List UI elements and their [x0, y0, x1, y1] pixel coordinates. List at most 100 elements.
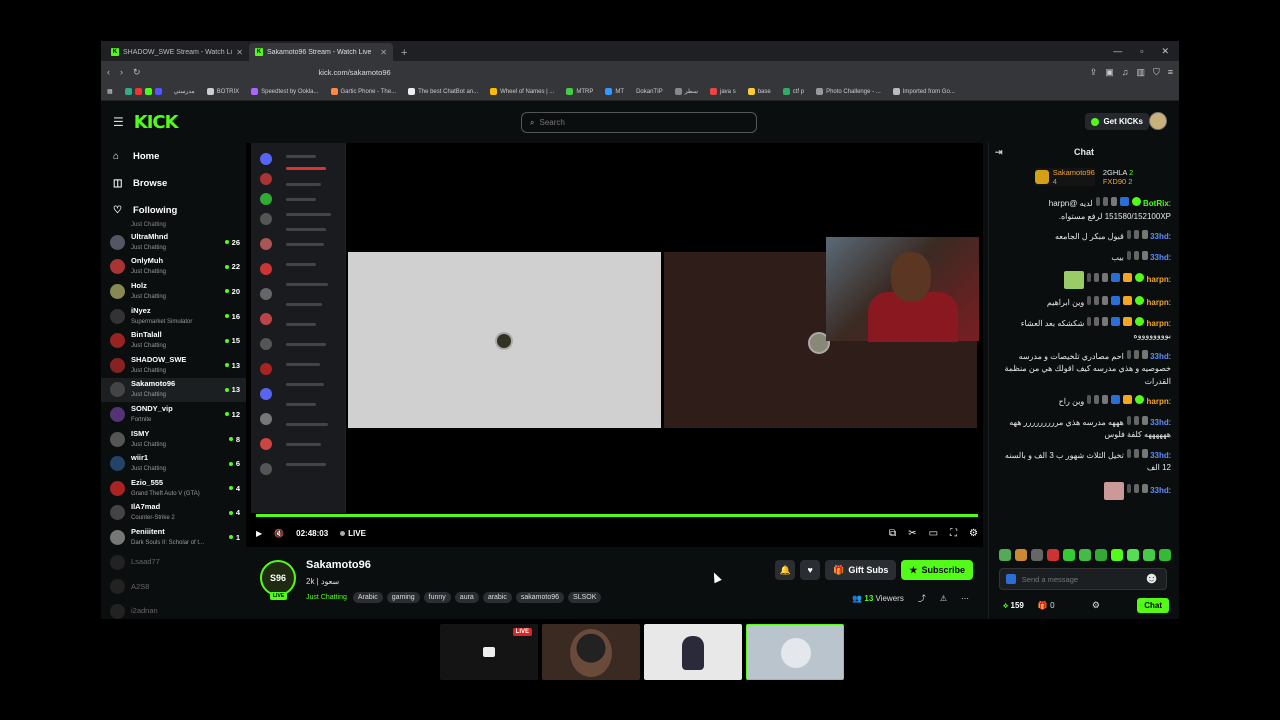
clip-icon[interactable]: ✂: [908, 528, 916, 539]
chat-username[interactable]: 33hd: [1150, 486, 1169, 495]
close-window-icon[interactable]: ✕: [1161, 46, 1169, 57]
chat-message-input[interactable]: [1021, 574, 1138, 584]
emote[interactable]: [1127, 549, 1139, 561]
tab-shadow-swe[interactable]: K SHADOW_SWE Stream - Watch Live ✕: [105, 43, 249, 61]
emote[interactable]: [999, 549, 1011, 561]
live-indicator[interactable]: LIVE: [340, 529, 366, 538]
subscribe-button[interactable]: ★ Subscribe: [901, 560, 973, 580]
bookmark[interactable]: Photo Challenge - ...: [816, 88, 881, 95]
bookmark[interactable]: Speedtest by Ookla...: [251, 88, 319, 95]
search-box[interactable]: ⌕: [521, 112, 757, 133]
search-input[interactable]: [539, 118, 740, 127]
bookmark[interactable]: ctf p: [782, 88, 804, 95]
sidebar-channel-ezio_555[interactable]: Ezio_555 Grand Theft Auto V (GTA) 4: [101, 476, 246, 501]
share-icon[interactable]: ⇪: [1090, 67, 1098, 78]
share-icon[interactable]: ⤴: [918, 593, 926, 604]
tag[interactable]: gaming: [386, 592, 420, 603]
emote[interactable]: [1159, 549, 1171, 561]
chat-username[interactable]: 33hd: [1150, 418, 1169, 427]
sidebar-channel-onlymuh[interactable]: OnlyMuh Just Chatting 22: [101, 255, 246, 280]
chat-username[interactable]: harpn: [1147, 275, 1169, 284]
bookmark[interactable]: [124, 88, 162, 95]
bookmark[interactable]: DokanTIP: [636, 89, 663, 95]
participant-tile[interactable]: [746, 624, 844, 680]
sidebar-channel-sondy_vip[interactable]: SONDY_vip Fortnite 12: [101, 402, 246, 427]
chat-input-box[interactable]: ☻: [999, 568, 1167, 590]
follow-button[interactable]: ♥: [800, 560, 821, 580]
participant-tile[interactable]: [644, 624, 742, 680]
play-icon[interactable]: ▶: [256, 529, 262, 538]
tag[interactable]: aura: [454, 592, 479, 603]
send-chat-button[interactable]: Chat: [1137, 598, 1169, 613]
back-icon[interactable]: ‹: [107, 67, 110, 77]
participant-tile-screen[interactable]: LIVE: [440, 624, 538, 680]
bookmark[interactable]: Wheel of Names | ...: [490, 88, 554, 95]
chat-username[interactable]: BotRix: [1143, 199, 1169, 208]
chat-username[interactable]: 33hd: [1150, 232, 1169, 241]
menu-icon[interactable]: ☰: [113, 115, 124, 129]
tag[interactable]: funny: [423, 592, 451, 603]
shield-icon[interactable]: ⛉: [1153, 67, 1160, 78]
chat-username[interactable]: 33hd: [1150, 451, 1169, 460]
forward-icon[interactable]: ›: [120, 67, 123, 77]
emote[interactable]: [1111, 549, 1123, 561]
new-tab-icon[interactable]: +: [393, 47, 415, 61]
music-icon[interactable]: ♫: [1122, 67, 1129, 78]
tag[interactable]: SLSOK: [568, 592, 602, 603]
bookmark-folder[interactable]: Imported from Go...: [892, 88, 955, 95]
fullscreen-icon[interactable]: ⛶: [950, 528, 957, 539]
emote[interactable]: [1095, 549, 1107, 561]
playback-progress-bar[interactable]: [256, 514, 978, 517]
emote[interactable]: [1047, 549, 1059, 561]
more-options-icon[interactable]: ⋯: [961, 594, 969, 603]
menu-icon[interactable]: ≡: [1168, 67, 1173, 78]
channel-name[interactable]: Sakamoto96: [306, 559, 371, 571]
video-player[interactable]: ▶ 🔇 02:48:03 LIVE ⧉ ✂ ▭ ⛶ ⚙: [246, 143, 983, 547]
participant-tile[interactable]: [542, 624, 640, 680]
bookmark[interactable]: مدرستي: [174, 88, 195, 95]
emote[interactable]: [1143, 549, 1155, 561]
gift-subs-button[interactable]: 🎁 Gift Subs: [825, 560, 897, 580]
close-tab-icon[interactable]: ✕: [380, 48, 387, 57]
category-link[interactable]: Just Chatting: [306, 594, 347, 601]
bookmark[interactable]: Gartic Phone - The...: [330, 88, 396, 95]
chat-username[interactable]: harpn: [1147, 319, 1169, 328]
chat-username[interactable]: harpn: [1147, 298, 1169, 307]
chat-settings-icon[interactable]: ⚙: [1092, 600, 1100, 611]
sidebar-channel-sakamoto96[interactable]: Sakamoto96 Just Chatting 13: [101, 377, 246, 403]
chat-username[interactable]: harpn: [1147, 397, 1169, 406]
sidebar-channel-peniiitent[interactable]: Peniiitent Dark Souls II: Scholar of t...…: [101, 525, 246, 550]
emote[interactable]: [1079, 549, 1091, 561]
get-kicks-button[interactable]: Get KICKs: [1085, 113, 1149, 130]
bookmark[interactable]: java s: [710, 88, 736, 95]
sidebar-channel-offline[interactable]: A2S8: [101, 574, 246, 599]
chat-username[interactable]: 33hd: [1150, 253, 1169, 262]
sidebar-icon[interactable]: ▥: [1136, 67, 1145, 78]
sidebar-channel-ila7mad[interactable]: IlA7mad Counter-Strike 2 4: [101, 501, 246, 526]
tab-sakamoto96[interactable]: K Sakamoto96 Stream - Watch Live ✕: [249, 43, 393, 61]
bookmark[interactable]: BOTRIX: [206, 88, 239, 95]
maximize-icon[interactable]: ▫: [1140, 46, 1143, 57]
bookmark[interactable]: base: [747, 88, 771, 95]
emote[interactable]: [1015, 549, 1027, 561]
mute-icon[interactable]: 🔇: [274, 529, 284, 538]
theater-mode-icon[interactable]: ▭: [929, 528, 938, 539]
sidebar-channel-offline[interactable]: Lsaad77: [101, 550, 246, 575]
chat-username[interactable]: 33hd: [1150, 352, 1169, 361]
emoji-icon[interactable]: ☻: [1143, 570, 1160, 588]
tag[interactable]: arabic: [482, 592, 512, 603]
url-field[interactable]: kick.com/sakamoto96: [310, 64, 901, 80]
bookmark[interactable]: MTRP: [566, 88, 593, 95]
channel-avatar[interactable]: S96: [260, 560, 296, 596]
sidebar-channel-ismy[interactable]: ISMY Just Chatting 8: [101, 427, 246, 452]
sidebar-channel-shadow_swe[interactable]: SHADOW_SWE Just Chatting 13: [101, 353, 246, 378]
miniplayer-icon[interactable]: ⧉: [889, 528, 896, 539]
sidebar-channel-ultramhnd[interactable]: UltraMhnd Just Chatting 26: [101, 230, 246, 255]
collapse-chat-icon[interactable]: ⇥: [995, 147, 1003, 158]
tag[interactable]: sakamoto96: [515, 592, 565, 603]
extension-icon[interactable]: ▣: [1105, 67, 1114, 78]
close-tab-icon[interactable]: ✕: [236, 48, 243, 57]
sidebar-item-following[interactable]: ♡ Following: [113, 197, 234, 224]
kick-logo[interactable]: KICK: [134, 112, 179, 133]
bookmark[interactable]: MT: [605, 88, 624, 95]
